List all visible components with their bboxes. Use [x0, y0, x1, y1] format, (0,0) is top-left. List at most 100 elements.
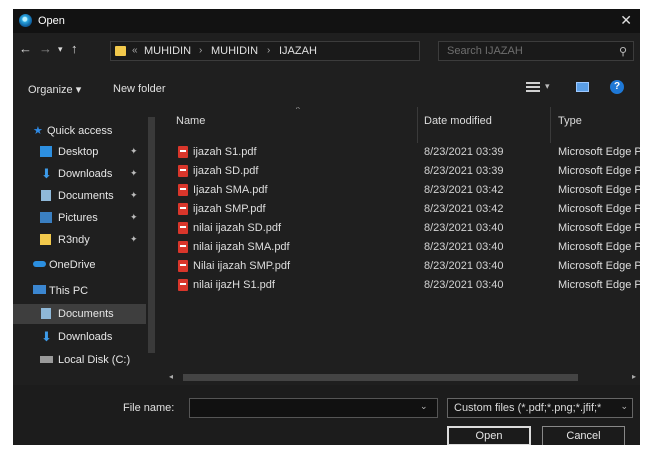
file-row[interactable]: Ijazah SMA.pdf 8/23/2021 03:42 Microsoft… — [165, 181, 640, 200]
horizontal-scrollbar[interactable]: ◂ ▸ — [165, 372, 640, 383]
file-row[interactable]: ijazah SD.pdf 8/23/2021 03:39 Microsoft … — [165, 162, 640, 181]
pin-icon: ✦ — [130, 234, 138, 244]
overflow-chevron[interactable]: « — [132, 45, 138, 56]
pin-icon: ✦ — [130, 146, 138, 156]
pin-icon: ✦ — [130, 212, 138, 222]
sidebar-item-onedrive[interactable]: OneDrive — [13, 255, 156, 275]
file-type: Microsoft Edge P — [558, 146, 640, 158]
file-name: ijazah SMP.pdf — [193, 203, 266, 215]
file-row[interactable]: ijazah S1.pdf 8/23/2021 03:39 Microsoft … — [165, 143, 640, 162]
dialog-title: Open — [38, 15, 65, 27]
search-box[interactable]: Search IJAZAH ⚲ — [438, 41, 634, 61]
computer-icon — [33, 285, 46, 294]
navigation-pane: ★ Quick access Desktop ✦ ⬇ Downloads ✦ D… — [13, 107, 156, 373]
file-date: 8/23/2021 03:40 — [424, 260, 504, 272]
up-arrow-icon[interactable]: ↑ — [71, 42, 78, 56]
sidebar-scrollbar[interactable] — [146, 107, 156, 373]
file-name-input[interactable] — [189, 398, 438, 418]
sidebar-item-label: Documents — [58, 308, 114, 320]
breadcrumb-muhidin-1[interactable]: MUHIDIN — [144, 45, 191, 57]
file-name: nilai ijazah SMA.pdf — [193, 241, 290, 253]
pdf-file-icon — [178, 184, 188, 196]
forward-arrow-icon[interactable]: → — [39, 42, 52, 56]
file-type: Microsoft Edge P — [558, 260, 640, 272]
recent-chevron-down-icon[interactable]: ▾ — [58, 42, 63, 56]
star-icon: ★ — [33, 125, 43, 137]
open-button[interactable]: Open — [447, 426, 531, 445]
open-file-dialog: Open ✕ ← → ▾ ↑ « MUHIDIN › MUHIDIN › IJA… — [13, 9, 640, 445]
download-arrow-icon: ⬇ — [41, 166, 52, 181]
folder-icon — [40, 234, 51, 245]
pictures-icon — [40, 212, 52, 223]
sidebar-item-documents[interactable]: Documents ✦ — [13, 186, 156, 206]
file-dialog-footer: File name: ⌄ Custom files (*.pdf;*.png;*… — [13, 385, 640, 445]
breadcrumb-separator: › — [199, 45, 203, 56]
organize-button[interactable]: Organize ▾ — [28, 83, 81, 96]
file-row[interactable]: nilai ijazah SMA.pdf 8/23/2021 03:40 Mic… — [165, 238, 640, 257]
file-list: ^ Name Date modified Type ijazah S1.pdf … — [165, 107, 640, 373]
pin-icon: ✦ — [130, 190, 138, 200]
column-divider[interactable] — [417, 107, 418, 143]
file-row[interactable]: Nilai ijazah SMP.pdf 8/23/2021 03:40 Mic… — [165, 257, 640, 276]
column-header-type[interactable]: Type — [558, 115, 582, 139]
search-placeholder: Search IJAZAH — [447, 45, 523, 57]
pdf-file-icon — [178, 222, 188, 234]
sidebar-item-pictures[interactable]: Pictures ✦ — [13, 208, 156, 228]
scroll-right-icon[interactable]: ▸ — [632, 372, 636, 381]
file-name: Ijazah SMA.pdf — [193, 184, 268, 196]
column-header-date-modified[interactable]: Date modified — [424, 115, 492, 139]
desktop-icon — [40, 146, 52, 157]
document-icon — [41, 190, 51, 201]
sidebar-item-r3ndy[interactable]: R3ndy ✦ — [13, 230, 156, 250]
folder-icon — [115, 46, 126, 56]
cancel-button[interactable]: Cancel — [542, 426, 625, 445]
breadcrumb-ijazah[interactable]: IJAZAH — [279, 45, 317, 57]
file-type-select[interactable]: Custom files (*.pdf;*.png;*.jfif;* ⌄ — [447, 398, 633, 418]
chevron-down-icon: ⌄ — [620, 401, 628, 411]
file-type: Microsoft Edge P — [558, 241, 640, 253]
sidebar-item-downloads[interactable]: ⬇ Downloads ✦ — [13, 164, 156, 184]
file-date: 8/23/2021 03:39 — [424, 146, 504, 158]
file-row[interactable]: nilai ijazah SD.pdf 8/23/2021 03:40 Micr… — [165, 219, 640, 238]
address-row: ← → ▾ ↑ « MUHIDIN › MUHIDIN › IJAZAH ⌄ ↻… — [13, 35, 640, 65]
sidebar-item-label: Desktop — [58, 146, 99, 158]
scroll-left-icon[interactable]: ◂ — [169, 372, 173, 381]
file-name: ijazah S1.pdf — [193, 146, 257, 158]
sidebar-scrollbar-thumb[interactable] — [148, 117, 155, 353]
breadcrumb-muhidin-2[interactable]: MUHIDIN — [211, 45, 258, 57]
sidebar-item-pc-downloads[interactable]: ⬇ Downloads — [13, 327, 156, 347]
sidebar-item-label: Downloads — [58, 331, 113, 343]
file-type: Microsoft Edge P — [558, 184, 640, 196]
column-divider[interactable] — [550, 107, 551, 143]
change-view-icon[interactable] — [526, 82, 540, 93]
view-options-chevron-icon[interactable]: ▾ — [545, 81, 550, 92]
file-name: ijazah SD.pdf — [193, 165, 259, 177]
file-name: nilai ijazah SD.pdf — [193, 222, 282, 234]
address-bar[interactable]: « MUHIDIN › MUHIDIN › IJAZAH ⌄ ↻ — [110, 41, 512, 61]
pdf-file-icon — [178, 146, 188, 158]
file-date: 8/23/2021 03:40 — [424, 279, 504, 291]
sidebar-item-quick-access[interactable]: ★ Quick access — [13, 121, 156, 141]
sidebar-item-desktop[interactable]: Desktop ✦ — [13, 142, 156, 162]
back-arrow-icon[interactable]: ← — [19, 42, 32, 56]
close-icon[interactable]: ✕ — [620, 12, 632, 29]
sidebar-item-this-pc[interactable]: This PC — [13, 281, 156, 301]
sidebar-item-label: Downloads — [58, 168, 113, 180]
file-type: Microsoft Edge P — [558, 222, 640, 234]
app-icon — [19, 14, 32, 27]
file-row[interactable]: nilai ijazH S1.pdf 8/23/2021 03:40 Micro… — [165, 276, 640, 295]
sidebar-item-pc-documents[interactable]: Documents — [13, 304, 156, 324]
sidebar-item-label: OneDrive — [49, 259, 96, 271]
new-folder-button[interactable]: New folder — [113, 83, 166, 95]
pdf-file-icon — [178, 203, 188, 215]
sidebar-item-local-disk[interactable]: Local Disk (C:) — [13, 350, 156, 370]
help-icon[interactable]: ? — [610, 80, 624, 94]
file-type: Microsoft Edge P — [558, 165, 640, 177]
horizontal-scrollbar-thumb[interactable] — [183, 374, 578, 381]
file-row[interactable]: ijazah SMP.pdf 8/23/2021 03:42 Microsoft… — [165, 200, 640, 219]
file-type: Microsoft Edge P — [558, 203, 640, 215]
preview-pane-icon[interactable] — [576, 82, 589, 92]
search-icon: ⚲ — [618, 46, 627, 58]
column-header-name[interactable]: Name — [176, 115, 205, 139]
sidebar-item-label: R3ndy — [58, 234, 90, 246]
